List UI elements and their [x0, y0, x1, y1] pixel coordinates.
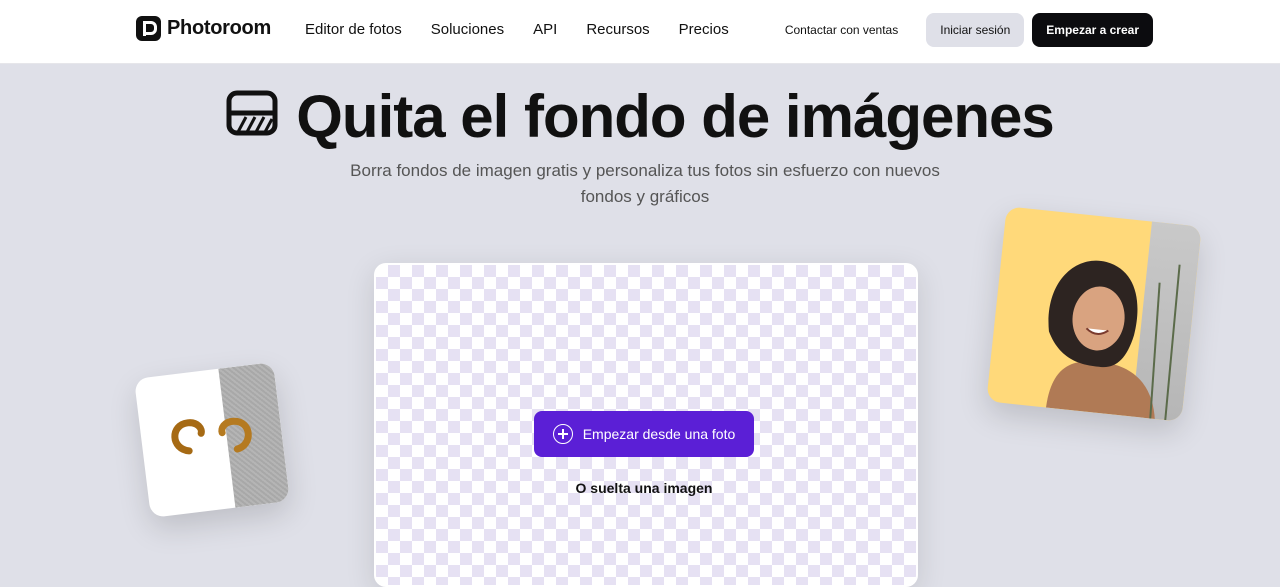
- drop-image-text: O suelta una imagen: [575, 480, 713, 496]
- nav-actions: Contactar con ventas Iniciar sesión Empe…: [785, 13, 1153, 47]
- start-from-photo-label: Empezar desde una foto: [582, 426, 736, 442]
- person-icon: [1045, 260, 1181, 422]
- nav-item-api[interactable]: API: [533, 21, 557, 38]
- photoroom-logo[interactable]: Photoroom: [136, 16, 271, 41]
- start-creating-button[interactable]: Empezar a crear: [1032, 13, 1153, 47]
- portrait-example-image: [986, 206, 1202, 422]
- page-title: Quita el fondo de imágenes: [0, 82, 1280, 156]
- earrings-example-image: [133, 361, 291, 519]
- nav-item-editor[interactable]: Editor de fotos: [305, 21, 402, 38]
- nav-item-resources[interactable]: Recursos: [586, 21, 649, 38]
- contact-sales-link[interactable]: Contactar con ventas: [785, 23, 918, 37]
- top-navigation: Photoroom Editor de fotos Soluciones API…: [0, 0, 1280, 64]
- page-title-text: Quita el fondo de imágenes: [296, 83, 1054, 150]
- plus-icon: [552, 424, 573, 444]
- main-menu: Editor de fotos Soluciones API Recursos …: [305, 21, 758, 38]
- start-from-photo-button[interactable]: Empezar desde una foto: [534, 411, 754, 457]
- photoroom-logo-icon: [136, 16, 161, 41]
- nav-item-pricing[interactable]: Precios: [679, 21, 729, 38]
- earrings-icon: [171, 417, 252, 455]
- brand-name: Photoroom: [167, 17, 271, 39]
- remove-background-icon: [226, 81, 278, 150]
- nav-item-solutions[interactable]: Soluciones: [431, 21, 504, 38]
- page-subtitle: Borra fondos de imagen gratis y personal…: [350, 161, 940, 206]
- login-button[interactable]: Iniciar sesión: [926, 13, 1025, 47]
